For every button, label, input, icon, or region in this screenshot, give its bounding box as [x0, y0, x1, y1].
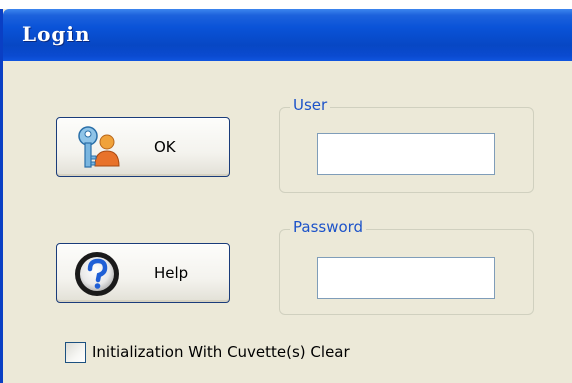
ok-button-label: OK	[154, 138, 176, 156]
password-group: Password	[279, 218, 534, 315]
help-question-icon	[71, 248, 123, 300]
help-button-label: Help	[154, 264, 189, 282]
key-user-icon	[71, 122, 123, 174]
help-button[interactable]: Help	[56, 243, 230, 303]
user-group: User	[279, 96, 534, 193]
user-input[interactable]	[317, 133, 495, 175]
ok-button[interactable]: OK	[56, 117, 230, 177]
title-bar[interactable]: Login	[3, 9, 572, 61]
user-legend: User	[290, 96, 331, 114]
window-title: Login	[22, 22, 91, 46]
password-legend: Password	[290, 218, 367, 236]
password-input[interactable]	[317, 257, 495, 299]
login-dialog: Login OK Help User Password Initializati…	[0, 9, 572, 383]
init-clear-label[interactable]: Initialization With Cuvette(s) Clear	[92, 343, 350, 361]
init-clear-checkbox[interactable]	[65, 342, 86, 363]
